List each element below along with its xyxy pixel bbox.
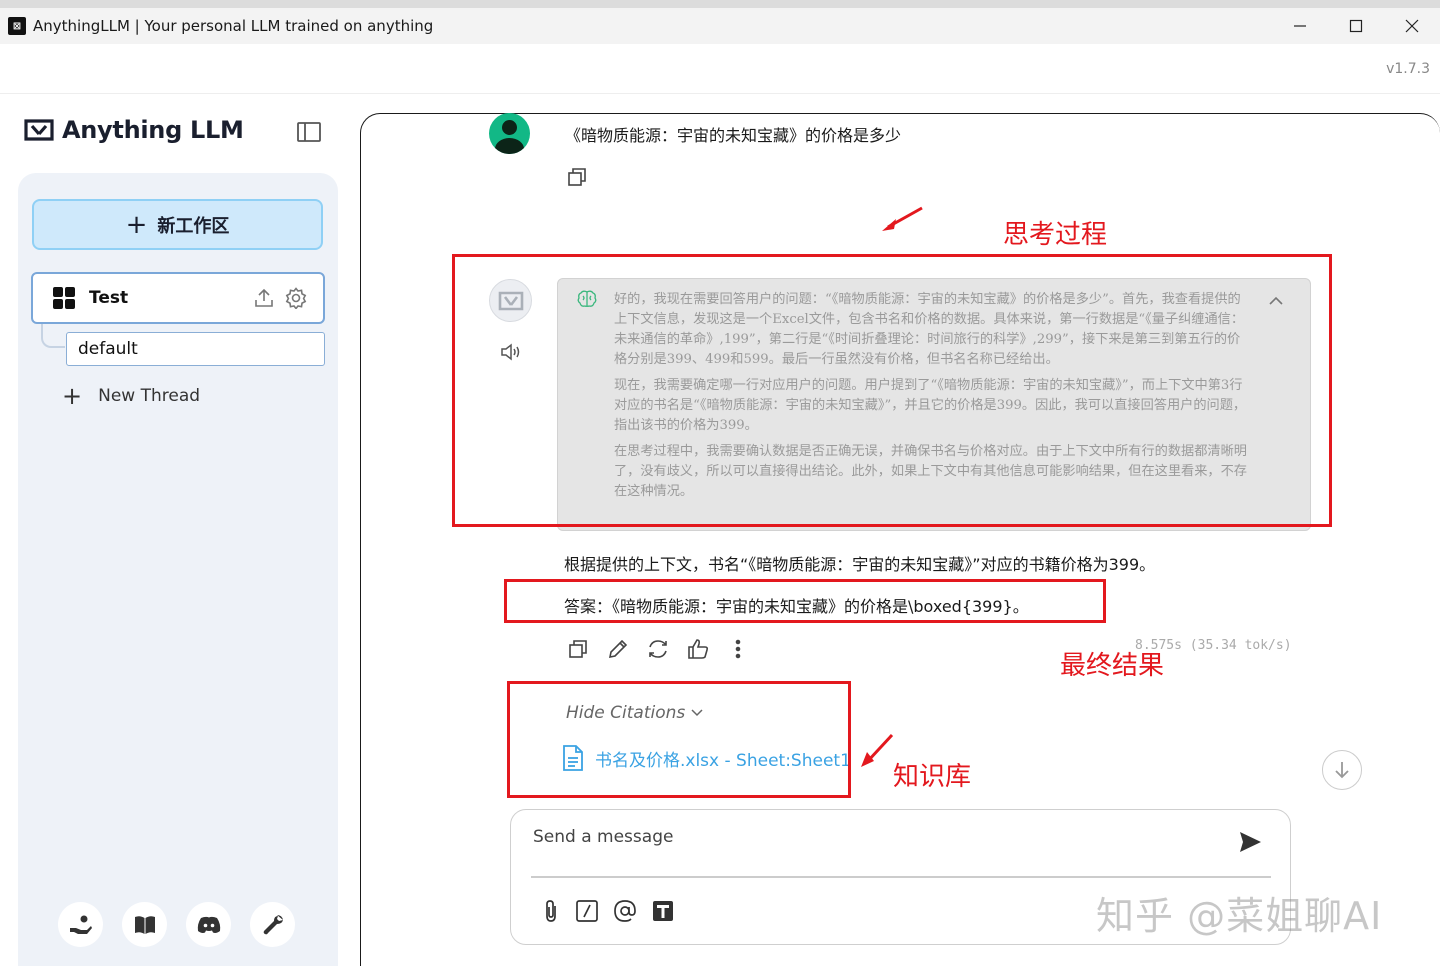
- workspace-item-test[interactable]: Test: [31, 272, 325, 324]
- send-button[interactable]: [1238, 830, 1262, 859]
- more-vertical-icon: [735, 639, 740, 658]
- minimize-button[interactable]: [1272, 8, 1328, 44]
- refresh-icon: [648, 639, 667, 658]
- thread-item-default[interactable]: default: [66, 332, 325, 366]
- maximize-icon: [1349, 19, 1363, 33]
- sidebar-footer: [58, 902, 295, 947]
- copy-icon: [568, 168, 586, 186]
- scroll-to-bottom-button[interactable]: [1322, 750, 1362, 790]
- user-message: 《暗物质能源：宇宙的未知宝藏》的价格是多少: [565, 126, 902, 145]
- thumbs-up-icon: [687, 638, 708, 659]
- docs-button[interactable]: [122, 902, 167, 947]
- anything-llm-logo-icon: [24, 119, 54, 141]
- new-thread-label: New Thread: [98, 386, 201, 406]
- new-workspace-label: 新工作区: [157, 215, 230, 237]
- app-icon: ⊠: [8, 17, 26, 35]
- annotation-label-result: 最终结果: [1060, 651, 1165, 681]
- annotation-label-thinking: 思考过程: [1003, 220, 1108, 250]
- annotation-arrow-icon: [861, 733, 894, 767]
- paperclip-icon[interactable]: [541, 899, 561, 923]
- send-icon: [1240, 832, 1261, 852]
- arrow-down-icon: [1335, 762, 1349, 779]
- composer-divider: [531, 876, 1271, 878]
- plus-icon: +: [62, 382, 83, 410]
- watermark: 知乎 @菜姐聊AI: [1096, 894, 1383, 938]
- answer-text: 根据提供的上下文，书名“《暗物质能源：宇宙的未知宝藏》”对应的书籍价格为399。: [564, 555, 1156, 574]
- wrench-icon: [263, 914, 283, 934]
- new-thread-button[interactable]: + New Thread: [62, 384, 200, 408]
- window-titlebar: ⊠ AnythingLLM | Your personal LLM traine…: [0, 0, 1440, 44]
- logo-text: Anything LLM: [62, 116, 244, 144]
- copy-icon: [568, 639, 587, 658]
- annotation-box-thinking: [452, 254, 1332, 527]
- annotation-label-kb: 知识库: [893, 762, 972, 792]
- version-label: v1.7.3: [1386, 61, 1430, 77]
- discord-icon: [197, 916, 220, 933]
- sidebar-toggle-icon: [297, 122, 321, 142]
- workspace-grid-icon: [53, 287, 75, 309]
- thumbs-up-button[interactable]: [686, 637, 709, 660]
- composer-toolbar: [541, 899, 675, 923]
- regenerate-button[interactable]: [646, 637, 669, 660]
- annotation-box-kb: [507, 681, 851, 798]
- new-workspace-button[interactable]: + 新工作区: [32, 199, 323, 250]
- window-controls: [1272, 8, 1440, 44]
- message-input[interactable]: Send a message: [533, 827, 673, 847]
- close-button[interactable]: [1384, 8, 1440, 44]
- slash-command-icon[interactable]: [575, 899, 599, 923]
- copy-user-message-button[interactable]: [567, 167, 587, 192]
- message-actions: [566, 637, 749, 660]
- more-options-button[interactable]: [726, 637, 749, 660]
- at-mention-icon[interactable]: [613, 899, 637, 923]
- maximize-button[interactable]: [1328, 8, 1384, 44]
- close-icon: [1405, 19, 1419, 33]
- hand-heart-icon: [69, 915, 92, 934]
- version-bar: v1.7.3: [0, 44, 1440, 94]
- upload-icon[interactable]: [253, 287, 275, 309]
- annotation-arrow-icon: [882, 206, 923, 231]
- discord-button[interactable]: [186, 902, 231, 947]
- annotation-box-result: [504, 579, 1106, 623]
- plus-icon: +: [125, 209, 148, 240]
- thread-tree-connector: [41, 324, 65, 348]
- text-size-icon[interactable]: [651, 899, 675, 923]
- support-button[interactable]: [58, 902, 103, 947]
- edit-button[interactable]: [606, 637, 629, 660]
- sidebar-toggle-button[interactable]: [296, 120, 322, 144]
- workspace-name: Test: [89, 288, 129, 308]
- settings-button[interactable]: [250, 902, 295, 947]
- copy-button[interactable]: [566, 637, 589, 660]
- app-logo: Anything LLM: [24, 116, 244, 144]
- pencil-icon: [608, 639, 627, 658]
- minimize-icon: [1294, 25, 1306, 27]
- window-title: AnythingLLM | Your personal LLM trained …: [33, 17, 434, 35]
- book-icon: [134, 915, 155, 934]
- user-avatar: [489, 113, 530, 154]
- gear-icon[interactable]: [285, 287, 307, 309]
